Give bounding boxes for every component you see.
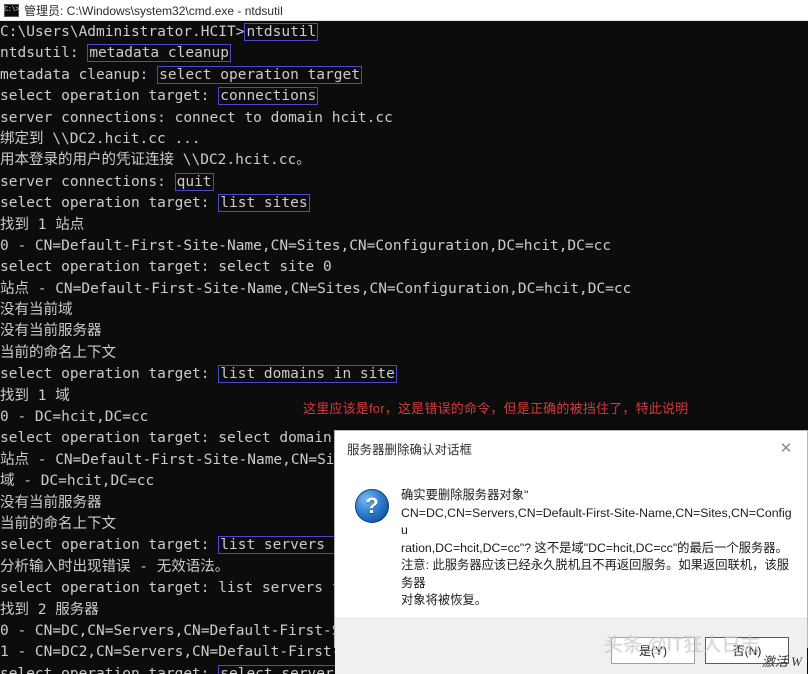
dialog-body: ? 确实要删除服务器对象" CN=DC,CN=Servers,CN=Default… — [335, 465, 807, 618]
console-text: 站点 - CN=Default-First-Site-Name,CN=Sites… — [0, 280, 632, 297]
console-text: 域 - DC=hcit,DC=cc — [0, 473, 155, 490]
console-text: ntdsutil: — [0, 45, 88, 62]
question-mark-icon: ? — [355, 489, 389, 523]
cmd-icon: C:\> — [4, 3, 19, 17]
console-line: select operation target: connections — [0, 86, 808, 107]
console-text: server connections: — [0, 173, 175, 190]
cmd-icon-glyph: C:\> — [4, 5, 19, 14]
console-text: 找到 2 服务器 — [0, 601, 99, 618]
window-titlebar: C:\> 管理员: C:\Windows\system32\cmd.exe - … — [0, 0, 808, 21]
console-line: select operation target: list sites — [0, 193, 808, 214]
console-line: server connections: quit — [0, 172, 808, 193]
console-command-highlight: quit — [174, 172, 214, 191]
console-text: select operation target: select site 0 — [0, 259, 332, 276]
console-text: 0 - CN=Default-First-Site-Name,CN=Sites,… — [0, 237, 612, 254]
console-text: 找到 1 站点 — [0, 216, 85, 233]
dialog-message-line: 注意: 此服务器应该已经永久脱机且不再返回服务。如果返回联机，该服务器 — [401, 558, 790, 590]
console-command-highlight: select operation target — [157, 65, 362, 84]
console-text: select operation target: — [0, 195, 219, 212]
console-text: metadata cleanup: — [0, 66, 158, 83]
console-text: 没有当前域 — [0, 302, 73, 319]
console-line: 没有当前域 — [0, 300, 808, 321]
console-command-highlight: metadata cleanup — [87, 44, 231, 63]
console-text: 当前的命名上下文 — [0, 515, 116, 532]
console-text: 没有当前服务器 — [0, 323, 102, 340]
console-line: 没有当前服务器 — [0, 321, 808, 342]
console-text: select operation target: — [0, 665, 219, 674]
console-text: 分析输入时出现错误 - 无效语法。 — [0, 558, 230, 575]
activate-windows-watermark: 激活 W — [761, 654, 802, 669]
console-text: C:\Users\Administrator.HCIT> — [0, 24, 245, 40]
console-text: 0 - DC=hcit,DC=cc — [0, 409, 149, 426]
console-line: 找到 1 站点 — [0, 215, 808, 236]
dialog-titlebar: 服务器删除确认对话框 ✕ — [335, 431, 807, 465]
console-line: select operation target: select site 0 — [0, 257, 808, 278]
console-line: 0 - CN=Default-First-Site-Name,CN=Sites,… — [0, 236, 808, 257]
dialog-message-line: CN=DC,CN=Servers,CN=Default-First-Site-N… — [401, 505, 792, 538]
console-line: select operation target: list domains in… — [0, 364, 808, 385]
console-text: 当前的命名上下文 — [0, 344, 116, 361]
console-command-highlight: select server 0 — [218, 664, 354, 674]
console-text: 用本登录的用户的凭证连接 \\DC2.hcit.cc。 — [0, 152, 311, 169]
dialog-message-line: ration,DC=hcit,DC=cc"? 这不是域"DC=hcit,DC=c… — [401, 540, 788, 555]
close-icon[interactable]: ✕ — [765, 433, 807, 463]
cmd-window: C:\> 管理员: C:\Windows\system32\cmd.exe - … — [0, 0, 808, 674]
console-line: ntdsutil: metadata cleanup — [0, 43, 808, 64]
console-text: select operation target: — [0, 366, 219, 383]
console-line: server connections: connect to domain hc… — [0, 108, 808, 129]
dialog-message-line: 确实要删除服务器对象" — [401, 488, 529, 502]
question-mark-glyph: ? — [365, 493, 379, 518]
console-text: 找到 1 域 — [0, 387, 70, 404]
console-line: metadata cleanup: select operation targe… — [0, 65, 808, 86]
dialog-message: 确实要删除服务器对象" CN=DC,CN=Servers,CN=Default-F… — [401, 487, 793, 610]
author-watermark: 头条 @IT狂人日志 — [604, 635, 760, 656]
dialog-title: 服务器删除确认对话框 — [347, 442, 473, 457]
console-command-highlight: connections — [218, 87, 319, 106]
console-line: 用本登录的用户的凭证连接 \\DC2.hcit.cc。 — [0, 150, 808, 171]
console-text: 绑定到 \\DC2.hcit.cc ... — [0, 130, 201, 147]
console-command-highlight: list domains in site — [218, 365, 397, 384]
window-title: 管理员: C:\Windows\system32\cmd.exe - ntdsu… — [24, 3, 283, 18]
console-text: select operation target: — [0, 537, 219, 554]
console-text: select operation target: select domain 0 — [0, 430, 350, 447]
server-removal-confirm-dialog: 服务器删除确认对话框 ✕ ? 确实要删除服务器对象" CN=DC,CN=Serve… — [334, 430, 808, 674]
console-text: select operation target: — [0, 88, 219, 105]
red-annotation-note: 这里应该是for，这是错误的命令，但是正确的被挡住了，特此说明 — [303, 401, 689, 416]
console-line: 站点 - CN=Default-First-Site-Name,CN=Sites… — [0, 279, 808, 300]
console-line: 绑定到 \\DC2.hcit.cc ... — [0, 129, 808, 150]
console-text: server connections: connect to domain hc… — [0, 109, 393, 126]
console-command-highlight: list sites — [218, 194, 310, 213]
console-text: 没有当前服务器 — [0, 494, 102, 511]
dialog-message-line: 对象将被恢复。 — [401, 593, 488, 607]
console-command-highlight: ntdsutil — [244, 23, 319, 41]
console-line: C:\Users\Administrator.HCIT> ntdsutil — [0, 22, 808, 43]
console-line: 当前的命名上下文 — [0, 343, 808, 364]
